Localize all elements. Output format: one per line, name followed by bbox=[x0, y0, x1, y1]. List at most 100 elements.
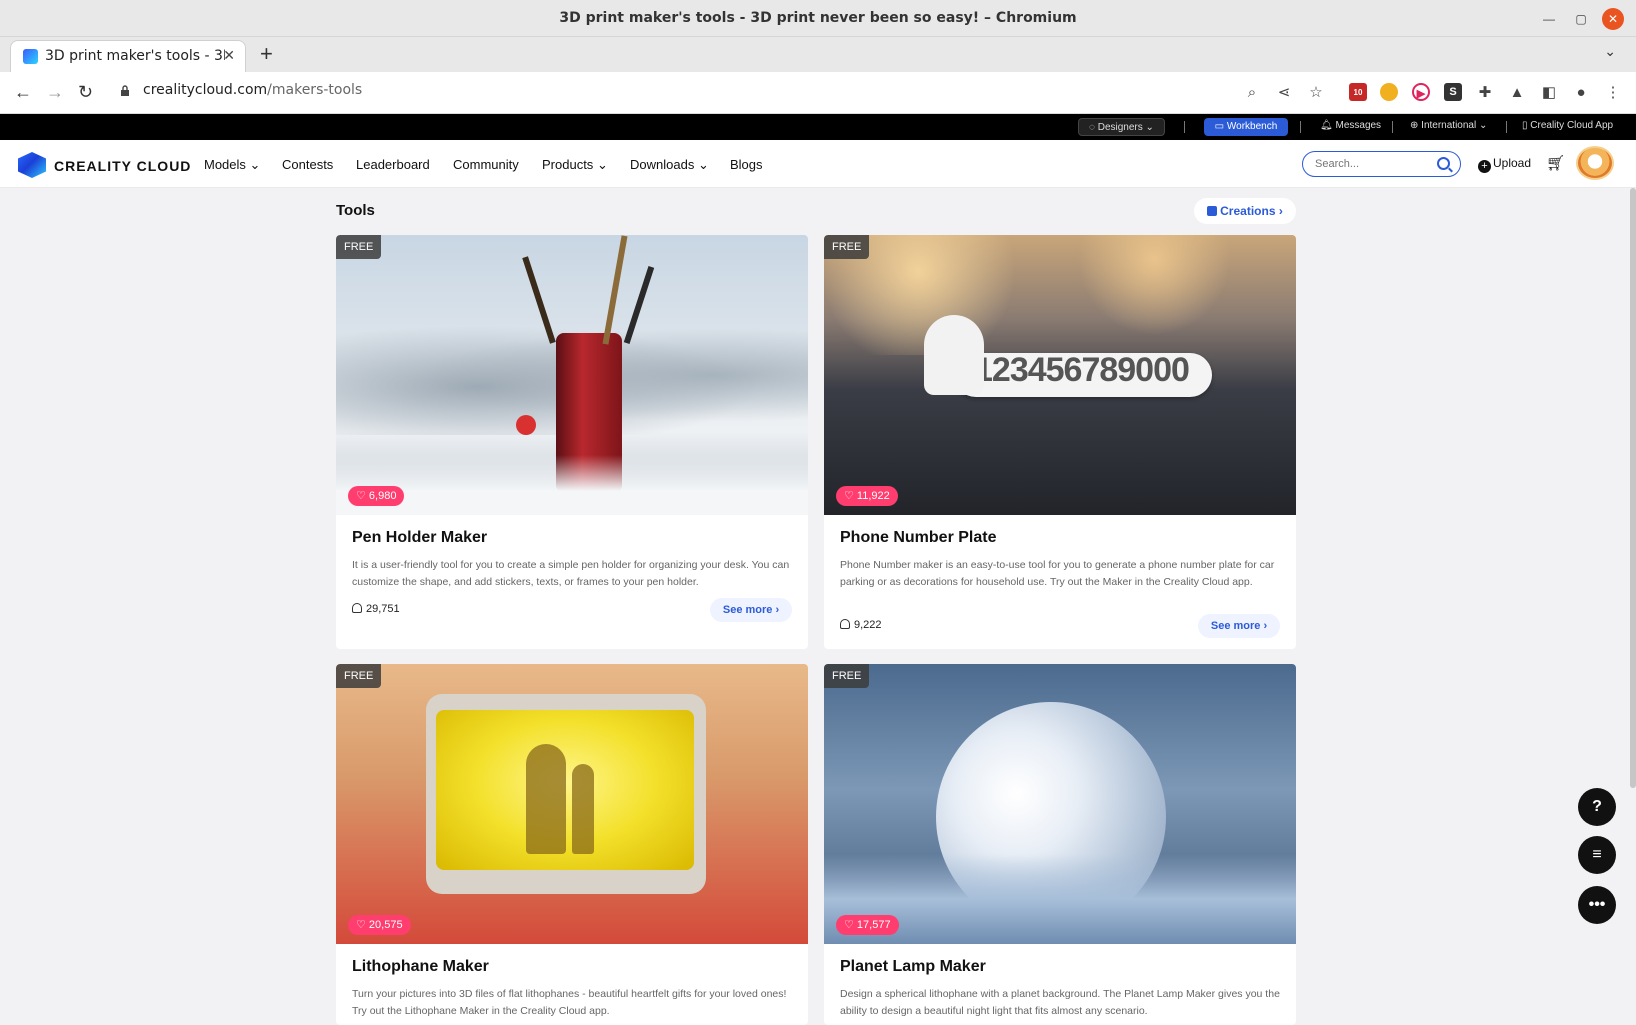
cart-icon[interactable]: 🛒︎ bbox=[1546, 154, 1565, 172]
likes-count: 11,922 bbox=[856, 490, 890, 502]
card-title[interactable]: Planet Lamp Maker bbox=[840, 958, 986, 976]
see-more-label: See more bbox=[722, 604, 773, 616]
divider bbox=[1506, 121, 1507, 133]
users-value: 9,222 bbox=[854, 619, 882, 631]
extension-play-icon[interactable]: ▶ bbox=[1412, 83, 1430, 101]
extension-globe-icon[interactable] bbox=[1380, 83, 1398, 101]
logo-cube-icon bbox=[18, 152, 46, 178]
feedback-note-icon[interactable]: ≡ bbox=[1578, 836, 1616, 874]
divider bbox=[1300, 121, 1301, 133]
see-more-button[interactable]: See more › bbox=[710, 598, 792, 622]
chevron-down-icon: ⌄ bbox=[697, 157, 709, 172]
nav-community[interactable]: Community bbox=[453, 157, 519, 172]
creations-button[interactable]: Creations › bbox=[1194, 198, 1296, 224]
address-bar[interactable]: crealitycloud.com/makers-tools bbox=[143, 82, 362, 98]
upload-button[interactable]: + Upload bbox=[1478, 156, 1531, 173]
lock-icon[interactable] bbox=[120, 85, 130, 96]
heart-icon: ♡ bbox=[844, 490, 857, 502]
card-description: Design a spherical lithophane with a pla… bbox=[840, 988, 1280, 1017]
tab-search-chevron-icon[interactable]: ⌄ bbox=[1604, 43, 1616, 60]
workbench-button[interactable]: ▭ Workbench bbox=[1204, 118, 1288, 136]
minimize-icon[interactable]: — bbox=[1538, 8, 1560, 30]
search-icon[interactable] bbox=[1437, 157, 1450, 170]
tool-card-planet-lamp[interactable]: FREE ♡ 17,577 Planet Lamp Maker Design a… bbox=[824, 664, 1296, 1025]
messages-link[interactable]: 🔔︎ Messages bbox=[1320, 120, 1381, 131]
site-search[interactable] bbox=[1302, 151, 1461, 177]
likes-badge[interactable]: ♡ 17,577 bbox=[836, 915, 899, 935]
card-description: Turn your pictures into 3D files of flat… bbox=[352, 988, 787, 1017]
nav-label: Community bbox=[453, 157, 519, 172]
likes-badge[interactable]: ♡ 20,575 bbox=[348, 915, 411, 935]
heart-icon: ♡ bbox=[356, 919, 369, 931]
new-tab-icon[interactable]: + bbox=[260, 41, 273, 67]
tab-close-icon[interactable]: ✕ bbox=[223, 47, 235, 64]
nav-label: Blogs bbox=[730, 157, 763, 172]
phone-plate-image[interactable]: 123456789000 bbox=[824, 235, 1296, 515]
chevron-down-icon: ⌄ bbox=[249, 157, 261, 172]
side-panel-icon[interactable]: ◧ bbox=[1539, 83, 1559, 103]
nav-leaderboard[interactable]: Leaderboard bbox=[356, 157, 430, 172]
card-title[interactable]: Phone Number Plate bbox=[840, 529, 996, 547]
tool-card-lithophane[interactable]: FREE ♡ 20,575 Lithophane Maker Turn your… bbox=[336, 664, 808, 1025]
user-icon bbox=[352, 603, 362, 613]
share-icon[interactable]: ⋖ bbox=[1274, 83, 1294, 103]
plate-number: 123456789000 bbox=[974, 351, 1190, 389]
back-icon[interactable]: ← bbox=[14, 82, 32, 103]
nav-products[interactable]: Products ⌄ bbox=[542, 157, 608, 173]
nav-blogs[interactable]: Blogs bbox=[730, 157, 763, 172]
site-topbar: ◌ Designers ⌄ ▭ Workbench 🔔︎ Messages ⊕ … bbox=[0, 114, 1636, 140]
extension-s-icon[interactable]: S bbox=[1444, 83, 1462, 101]
tool-card-phone-number-plate[interactable]: 123456789000 FREE ♡ 11,922 Phone Number … bbox=[824, 235, 1296, 649]
users-count: 9,222 bbox=[840, 619, 882, 631]
likes-count: 6,980 bbox=[368, 490, 397, 502]
international-label: International bbox=[1421, 120, 1477, 131]
menu-kebab-icon[interactable]: ⋮ bbox=[1603, 83, 1623, 103]
international-dropdown[interactable]: ⊕ International ⌄ bbox=[1410, 120, 1487, 131]
nav-downloads[interactable]: Downloads ⌄ bbox=[630, 157, 709, 173]
heart-icon: ♡ bbox=[356, 490, 369, 502]
see-more-button[interactable]: See more › bbox=[1198, 614, 1280, 638]
page-scrollbar[interactable] bbox=[1630, 188, 1636, 788]
silhouette-decor bbox=[572, 764, 594, 854]
divider bbox=[1392, 121, 1393, 133]
lithophane-image[interactable] bbox=[336, 664, 808, 944]
close-icon[interactable]: ✕ bbox=[1602, 8, 1624, 30]
workbench-label: Workbench bbox=[1226, 121, 1278, 132]
zoom-icon[interactable]: ⌕ bbox=[1242, 83, 1262, 103]
maximize-icon[interactable]: ▢ bbox=[1570, 8, 1592, 30]
tab-title: 3D print maker's tools - 3D bbox=[45, 48, 225, 64]
search-input[interactable] bbox=[1315, 156, 1435, 172]
reload-icon[interactable]: ↻ bbox=[78, 82, 93, 103]
avatar[interactable] bbox=[1576, 146, 1614, 180]
likes-badge[interactable]: ♡ 6,980 bbox=[348, 486, 405, 506]
dog-figure-decor bbox=[924, 315, 984, 395]
designers-dropdown[interactable]: ◌ Designers ⌄ bbox=[1078, 118, 1165, 136]
profile-icon[interactable]: ● bbox=[1571, 83, 1591, 103]
extension-badge-icon[interactable]: 10 bbox=[1349, 83, 1367, 101]
labs-flask-icon[interactable]: ▲ bbox=[1507, 83, 1527, 103]
silhouette-decor bbox=[526, 744, 566, 854]
nav-contests[interactable]: Contests bbox=[282, 157, 333, 172]
plus-icon: + bbox=[1478, 160, 1491, 173]
globe-icon: ⊕ bbox=[1410, 120, 1422, 131]
planet-lamp-image[interactable] bbox=[824, 664, 1296, 944]
bookmark-star-icon[interactable]: ☆ bbox=[1306, 83, 1326, 103]
card-title[interactable]: Pen Holder Maker bbox=[352, 529, 487, 547]
help-question-icon[interactable]: ? bbox=[1578, 788, 1616, 826]
mist-decor bbox=[336, 455, 808, 515]
user-icon bbox=[840, 619, 850, 629]
window-titlebar: 3D print maker's tools - 3D print never … bbox=[0, 0, 1636, 37]
chat-bubble-icon[interactable]: ••• bbox=[1578, 886, 1616, 924]
forward-icon[interactable]: → bbox=[46, 82, 64, 103]
nav-label: Models bbox=[204, 157, 246, 172]
browser-tab[interactable]: 3D print maker's tools - 3D ✕ bbox=[10, 40, 246, 72]
likes-badge[interactable]: ♡ 11,922 bbox=[836, 486, 898, 506]
app-link[interactable]: ▯ Creality Cloud App bbox=[1522, 120, 1613, 131]
tool-card-pen-holder[interactable]: FREE ♡ 6,980 Pen Holder Maker It is a us… bbox=[336, 235, 808, 649]
nav-label: Downloads bbox=[630, 157, 695, 172]
pen-holder-image[interactable] bbox=[336, 235, 808, 515]
upload-label: Upload bbox=[1493, 156, 1532, 170]
card-title[interactable]: Lithophane Maker bbox=[352, 958, 489, 976]
nav-models[interactable]: Models ⌄ bbox=[204, 157, 260, 173]
extensions-puzzle-icon[interactable]: ✚ bbox=[1475, 83, 1495, 103]
